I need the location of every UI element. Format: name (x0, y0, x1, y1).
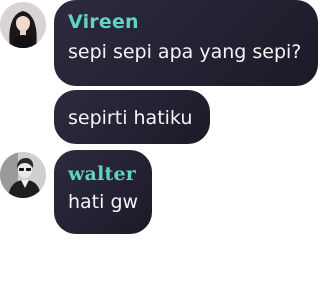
sender-name[interactable]: Vireen (68, 9, 304, 35)
man-portrait-icon (0, 152, 46, 198)
message-text: sepi sepi apa yang sepi? (68, 41, 302, 63)
message-bubble[interactable]: walter hati gw (54, 150, 152, 234)
message-bubble[interactable]: sepirti hatiku (54, 90, 210, 144)
message-bubble[interactable]: Vireen sepi sepi apa yang sepi? (54, 0, 318, 86)
woman-portrait-icon (0, 2, 46, 48)
user-avatar-walter[interactable] (0, 152, 46, 198)
message-text: sepirti hatiku (68, 107, 193, 129)
user-avatar-vireen[interactable] (0, 2, 46, 48)
chat-log: Vireen sepi sepi apa yang sepi? sepirti … (0, 0, 320, 286)
message-text: hati gw (68, 191, 139, 213)
sender-name[interactable]: walter (68, 161, 138, 187)
